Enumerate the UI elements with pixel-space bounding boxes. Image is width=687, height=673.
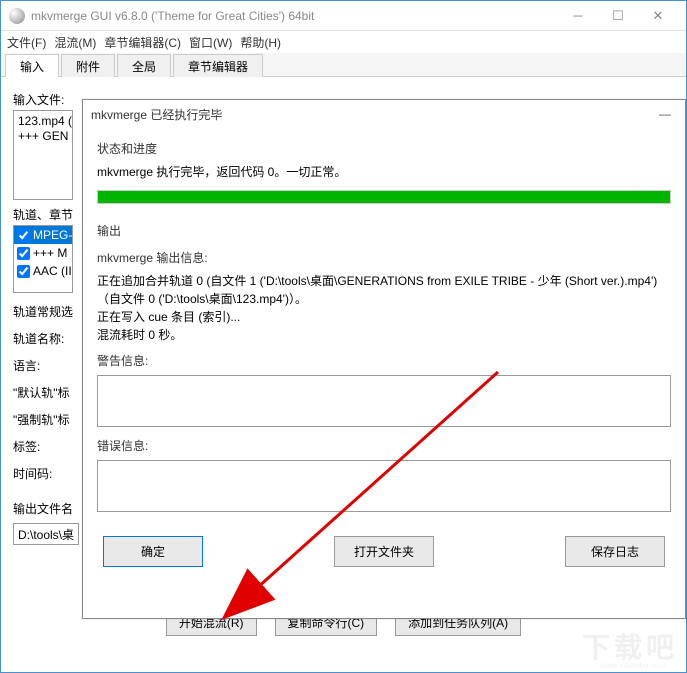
track-item[interactable]: MPEG- <box>14 226 72 244</box>
menu-window[interactable]: 窗口(W) <box>189 34 232 51</box>
output-log[interactable]: 正在追加合并轨道 0 (自文件 1 ('D:\tools\桌面\GENERATI… <box>97 272 671 344</box>
dialog-titlebar: mkvmerge 已经执行完毕 — <box>83 100 685 128</box>
minimize-button[interactable]: ─ <box>558 2 598 30</box>
close-button[interactable]: ✕ <box>638 2 678 30</box>
status-line: mkvmerge 执行完毕，返回代码 0。一切正常。 <box>97 163 671 180</box>
menu-help[interactable]: 帮助(H) <box>240 34 281 51</box>
output-line: 正在写入 cue 条目 (索引)... <box>97 308 671 326</box>
tab-attachments[interactable]: 附件 <box>61 54 115 77</box>
track-label: +++ M <box>33 246 67 260</box>
maximize-button[interactable]: ☐ <box>598 2 638 30</box>
save-log-button[interactable]: 保存日志 <box>565 536 665 567</box>
tab-global[interactable]: 全局 <box>117 54 171 77</box>
error-label: 错误信息: <box>97 437 671 454</box>
mkvmerge-done-dialog: mkvmerge 已经执行完毕 — 状态和进度 mkvmerge 执行完毕，返回… <box>82 99 686 619</box>
ok-button[interactable]: 确定 <box>103 536 203 567</box>
input-file-list[interactable]: 123.mp4 ( +++ GEN <box>13 110 73 200</box>
output-file-input[interactable]: D:\tools\桌 <box>13 523 79 545</box>
progress-bar <box>97 190 671 204</box>
output-info-label: mkvmerge 输出信息: <box>97 249 671 266</box>
track-checkbox[interactable] <box>17 247 30 260</box>
warning-label: 警告信息: <box>97 352 671 369</box>
dialog-title: mkvmerge 已经执行完毕 <box>91 106 653 123</box>
main-titlebar: mkvmerge GUI v6.8.0 ('Theme for Great Ci… <box>1 1 686 31</box>
file-list-item[interactable]: 123.mp4 ( <box>18 114 68 129</box>
app-icon <box>9 8 25 24</box>
window-title: mkvmerge GUI v6.8.0 ('Theme for Great Ci… <box>31 9 558 23</box>
status-section-title: 状态和进度 <box>97 140 671 157</box>
tab-chapter-editor[interactable]: 章节编辑器 <box>173 54 263 77</box>
output-section-title: 输出 <box>97 222 671 239</box>
tab-input[interactable]: 输入 <box>5 54 59 77</box>
output-line: 正在追加合并轨道 0 (自文件 1 ('D:\tools\桌面\GENERATI… <box>97 272 671 290</box>
warning-box[interactable] <box>97 375 671 427</box>
track-label: AAC (II <box>33 264 72 278</box>
watermark-url: www.xiazaiba.com <box>600 661 666 670</box>
track-item[interactable]: AAC (II <box>14 262 72 280</box>
track-checkbox[interactable] <box>17 229 30 242</box>
menu-file[interactable]: 文件(F) <box>7 34 46 51</box>
open-folder-button[interactable]: 打开文件夹 <box>334 536 434 567</box>
tabstrip: 输入 附件 全局 章节编辑器 <box>1 53 686 77</box>
error-box[interactable] <box>97 460 671 512</box>
track-checkbox[interactable] <box>17 265 30 278</box>
track-item[interactable]: +++ M <box>14 244 72 262</box>
menu-chapter[interactable]: 章节编辑器(C) <box>104 34 181 51</box>
dialog-minimize-button[interactable]: — <box>653 107 677 121</box>
menu-mux[interactable]: 混流(M) <box>54 34 96 51</box>
output-line: （自文件 0 ('D:\tools\桌面\123.mp4')）。 <box>97 290 671 308</box>
track-label: MPEG- <box>33 228 72 242</box>
menubar: 文件(F) 混流(M) 章节编辑器(C) 窗口(W) 帮助(H) <box>1 31 686 53</box>
tracks-list[interactable]: MPEG- +++ M AAC (II <box>13 225 73 293</box>
file-list-item[interactable]: +++ GEN <box>18 129 68 144</box>
output-line: 混流耗时 0 秒。 <box>97 326 671 344</box>
